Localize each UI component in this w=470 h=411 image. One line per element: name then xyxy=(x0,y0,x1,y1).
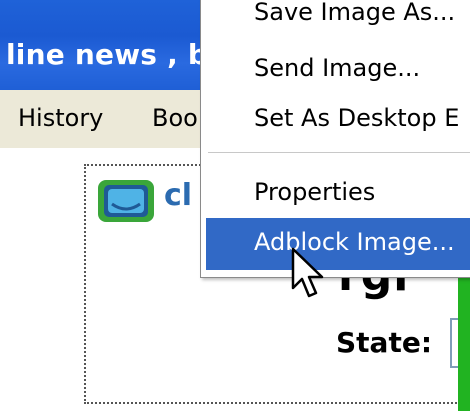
menu-bookmarks[interactable]: Boo xyxy=(152,104,198,132)
arrow-pointer-icon xyxy=(291,247,324,298)
site-logo-text: cl xyxy=(164,178,193,213)
state-label: State: xyxy=(336,326,433,359)
menu-separator xyxy=(208,152,470,153)
menu-item-properties[interactable]: Properties xyxy=(254,178,375,206)
menu-item-adblock-image[interactable]: Adblock Image... xyxy=(254,228,455,256)
menu-history[interactable]: History xyxy=(18,104,103,132)
menu-item-save-image[interactable]: Save Image As... xyxy=(254,0,455,26)
tv-screen-logo-icon xyxy=(98,180,154,222)
menu-item-send-image[interactable]: Send Image... xyxy=(254,54,420,82)
window-title: line news , b xyxy=(6,38,209,71)
menu-item-set-desktop[interactable]: Set As Desktop E xyxy=(254,104,459,132)
screen: line news , b History Boo cl rgi State: … xyxy=(0,0,470,411)
